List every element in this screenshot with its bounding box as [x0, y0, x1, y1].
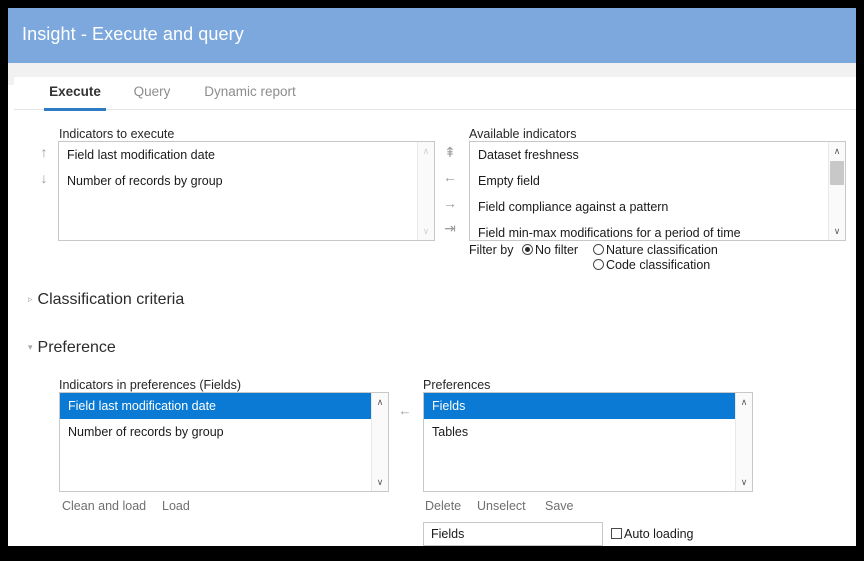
page-title: Insight - Execute and query — [22, 24, 244, 45]
section-title: Classification criteria — [38, 291, 185, 308]
list-item[interactable]: Number of records by group — [59, 168, 417, 194]
list-item[interactable]: Fields — [424, 393, 735, 419]
delete-button[interactable]: Delete — [425, 499, 461, 513]
move-all-right-button[interactable]: ⇥ — [439, 219, 461, 237]
move-all-left-button[interactable]: ⇞ — [439, 143, 461, 161]
list-item[interactable]: Dataset freshness — [470, 142, 828, 168]
tab-execute[interactable]: Execute — [44, 77, 106, 111]
chevron-down-icon[interactable]: ▾ — [28, 342, 33, 353]
filter-option-label: No filter — [535, 243, 578, 257]
tab-bar: Execute Query Dynamic report — [14, 77, 856, 110]
filter-by-label: Filter by — [469, 243, 513, 257]
list-item[interactable]: Field last modification date — [60, 393, 371, 419]
list-item[interactable]: Empty field — [470, 168, 828, 194]
scroll-down-icon[interactable]: ∨ — [736, 474, 752, 490]
app-header: Insight - Execute and query — [8, 8, 856, 63]
vertical-scrollbar[interactable]: ∧ ∨ — [735, 393, 752, 491]
list-items: Dataset freshness Empty field Field comp… — [470, 142, 828, 240]
filter-option-no-filter[interactable]: No filter — [522, 243, 578, 257]
filter-option-nature-classification[interactable]: Nature classification — [593, 243, 718, 257]
filter-option-label: Code classification — [606, 258, 710, 272]
indicators-in-preferences-label: Indicators in preferences (Fields) — [59, 378, 241, 392]
scroll-up-icon[interactable]: ∧ — [736, 394, 752, 410]
auto-loading-checkbox-row[interactable]: Auto loading — [611, 527, 694, 541]
unselect-button[interactable]: Unselect — [477, 499, 526, 513]
scroll-down-icon[interactable]: ∨ — [829, 223, 845, 239]
clean-and-load-button[interactable]: Clean and load — [62, 499, 146, 513]
indicators-in-preferences-list[interactable]: Field last modification date Number of r… — [59, 392, 389, 492]
filter-option-label: Nature classification — [606, 243, 718, 257]
radio-icon[interactable] — [593, 259, 604, 270]
section-classification-criteria[interactable]: ▹ Classification criteria — [28, 291, 184, 309]
tab-dynamic-report[interactable]: Dynamic report — [200, 77, 300, 108]
auto-loading-label: Auto loading — [624, 527, 694, 541]
section-preference[interactable]: ▾ Preference — [28, 339, 116, 357]
radio-icon[interactable] — [522, 244, 533, 255]
scroll-down-icon[interactable]: ∨ — [418, 223, 434, 239]
move-up-button[interactable]: ↑ — [33, 143, 55, 161]
list-item[interactable]: Number of records by group — [60, 419, 371, 445]
available-indicators-label: Available indicators — [469, 127, 576, 141]
scroll-up-icon[interactable]: ∧ — [372, 394, 388, 410]
load-button[interactable]: Load — [162, 499, 190, 513]
preference-name-input[interactable] — [423, 522, 603, 546]
indicators-to-execute-label: Indicators to execute — [59, 127, 174, 141]
vertical-scrollbar[interactable]: ∧ ∨ — [828, 142, 845, 240]
move-left-button[interactable]: ← — [396, 402, 414, 420]
content-card: Execute Query Dynamic report Indicators … — [14, 77, 856, 546]
list-item[interactable]: Field last modification date — [59, 142, 417, 168]
list-item[interactable]: Tables — [424, 419, 735, 445]
filter-label-text: Filter by — [469, 243, 513, 257]
tab-query[interactable]: Query — [126, 77, 178, 108]
list-items: Field last modification date Number of r… — [60, 393, 371, 491]
list-items: Field last modification date Number of r… — [59, 142, 417, 240]
available-indicators-list[interactable]: Dataset freshness Empty field Field comp… — [469, 141, 846, 241]
move-right-button[interactable]: → — [439, 194, 461, 212]
preferences-list[interactable]: Fields Tables ∧ ∨ — [423, 392, 753, 492]
indicators-to-execute-list[interactable]: Field last modification date Number of r… — [58, 141, 435, 241]
move-down-button[interactable]: ↓ — [33, 169, 55, 187]
save-button[interactable]: Save — [545, 499, 574, 513]
scroll-up-icon[interactable]: ∧ — [418, 143, 434, 159]
scrollbar-thumb[interactable] — [830, 161, 844, 185]
preferences-label: Preferences — [423, 378, 490, 392]
radio-icon[interactable] — [593, 244, 604, 255]
chevron-right-icon[interactable]: ▹ — [28, 294, 33, 305]
list-items: Fields Tables — [424, 393, 735, 491]
scroll-up-icon[interactable]: ∧ — [829, 143, 845, 159]
vertical-scrollbar[interactable]: ∧ ∨ — [371, 393, 388, 491]
section-title: Preference — [38, 339, 116, 356]
move-left-button[interactable]: ← — [439, 168, 461, 186]
list-item[interactable]: Field min-max modifications for a period… — [470, 220, 828, 240]
filter-option-code-classification[interactable]: Code classification — [593, 258, 710, 272]
vertical-scrollbar[interactable]: ∧ ∨ — [417, 142, 434, 240]
app-window: Insight - Execute and query Execute Quer… — [8, 8, 856, 546]
list-item[interactable]: Field compliance against a pattern — [470, 194, 828, 220]
checkbox-icon[interactable] — [611, 528, 622, 539]
scroll-down-icon[interactable]: ∨ — [372, 474, 388, 490]
